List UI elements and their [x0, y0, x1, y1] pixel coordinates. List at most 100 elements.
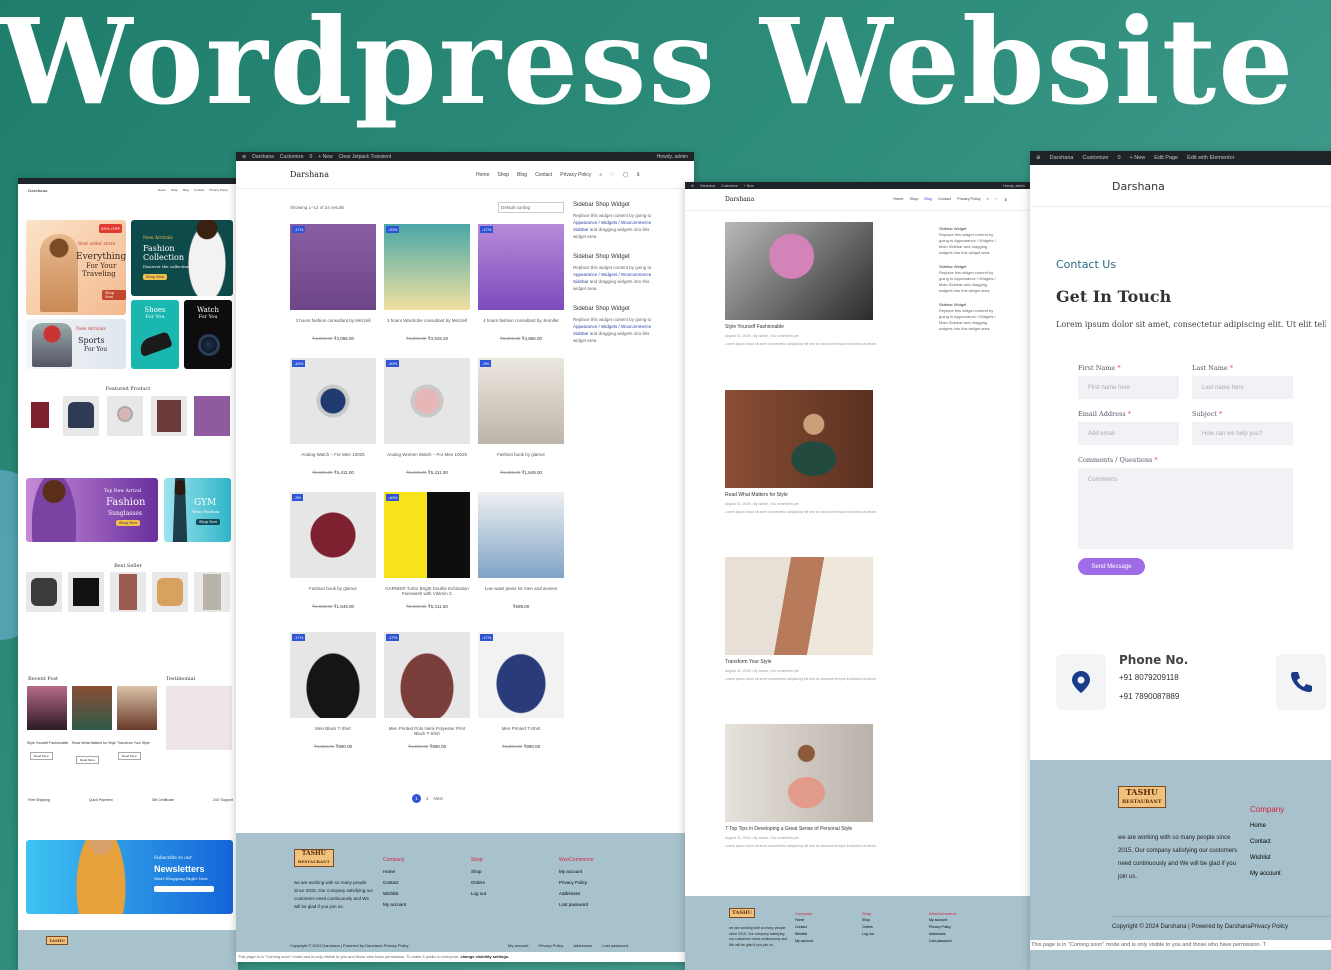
product-title[interactable]: Men Printed T-Shirt — [478, 726, 564, 731]
hero-shop-button[interactable]: Shop Now — [102, 290, 126, 300]
product-image[interactable]: -40% — [290, 358, 376, 444]
admin-comments-count[interactable]: 0 — [1117, 155, 1120, 161]
admin-customize-link[interactable]: Customize — [1082, 155, 1108, 161]
site-logo[interactable]: Darshana — [695, 196, 754, 203]
footer-link[interactable]: Privacy Policy — [559, 877, 594, 888]
footer-link[interactable]: Home — [383, 866, 406, 877]
footer-link[interactable]: My account — [929, 917, 957, 924]
nav-blog[interactable]: Blog — [517, 172, 527, 178]
nav-home[interactable]: Home — [476, 172, 489, 178]
nav-shop[interactable]: Shop — [909, 197, 918, 202]
hero-travel-banner[interactable]: 50% OFF Best seller store Everything For… — [26, 220, 126, 315]
phone-number-1[interactable]: +91 8079209118 — [1119, 673, 1179, 682]
nav-privacy[interactable]: Privacy Policy — [560, 172, 591, 178]
product-title[interactable]: GARNIER Turbo Bright Double Exfoliation … — [384, 586, 470, 596]
site-logo[interactable]: Darshana — [28, 188, 47, 193]
tile-sports[interactable]: New Arrivals Sports For You — [26, 319, 126, 369]
hero-right-button[interactable]: Shop Now — [143, 274, 168, 280]
footer-link[interactable]: Home — [795, 917, 813, 924]
post-image-4[interactable] — [725, 724, 873, 822]
footer-link[interactable]: My account — [795, 938, 813, 945]
product-image[interactable] — [478, 492, 564, 578]
search-icon[interactable]: ⌕ — [987, 197, 989, 202]
nav-privacy[interactable]: Privacy Policy — [209, 188, 228, 192]
admin-comments-count[interactable]: 0 — [310, 154, 313, 160]
banner-gym[interactable]: GYM Wear Fashion Shop Now — [164, 478, 231, 542]
post-image-1[interactable] — [725, 222, 873, 320]
next-page-button[interactable]: Next — [434, 796, 443, 801]
footer-link[interactable]: My account — [383, 899, 406, 910]
tile-watch[interactable]: Watch For You — [184, 300, 232, 369]
nav-contact[interactable]: Contact — [194, 188, 204, 192]
product-title[interactable]: Analog Women Watch – For Men 10025 — [384, 452, 470, 457]
product-title[interactable]: Men Black T-Shirt — [290, 726, 376, 731]
footer-bottom-link[interactable]: Addresses — [573, 943, 592, 948]
admin-new-link[interactable]: + New — [318, 154, 332, 160]
footer-link[interactable]: Wishlist — [1250, 850, 1284, 866]
admin-edit-page-link[interactable]: Edit Page — [1154, 155, 1178, 161]
wishlist-icon[interactable]: ♡ — [995, 197, 998, 202]
search-icon[interactable]: ⌕ — [599, 172, 602, 178]
email-input[interactable]: Add email — [1078, 422, 1179, 445]
footer-link[interactable]: Orders — [471, 877, 486, 888]
featured-product-watch[interactable] — [107, 396, 143, 436]
account-icon[interactable]: ◯ — [623, 172, 629, 178]
banner-sunglasses[interactable]: Top New Arrival Fashion Sunglasses Shop … — [26, 478, 158, 542]
banner-sunglasses-button[interactable]: Shop Now — [116, 520, 141, 526]
footer-bottom-link[interactable]: Privacy Policy — [538, 943, 563, 948]
best-seller-dress[interactable] — [110, 572, 146, 612]
footer-link[interactable]: Wishlist — [383, 888, 406, 899]
footer-link[interactable]: Log out — [862, 931, 874, 938]
featured-product-consultation[interactable] — [194, 396, 230, 436]
footer-link[interactable]: Lost password — [559, 899, 594, 910]
footer-link[interactable]: Addresses — [929, 931, 957, 938]
recent-post-read-more-2[interactable]: Read More — [76, 756, 99, 764]
page-1-button[interactable]: 1 — [412, 794, 421, 803]
recent-post-title-1[interactable]: Style Yourself Fashionable — [27, 741, 68, 745]
product-image[interactable]: -17% — [290, 632, 376, 718]
phone-number-2[interactable]: +91 7890087889 — [1119, 692, 1179, 701]
nav-blog[interactable]: Blog — [924, 197, 932, 202]
nav-shop[interactable]: Shop — [497, 172, 509, 178]
footer-link[interactable]: Shop — [471, 866, 486, 877]
cart-icon[interactable]: ⊻ — [1004, 197, 1007, 202]
product-image[interactable]: -17% — [384, 632, 470, 718]
product-image[interactable]: -17% — [290, 224, 376, 310]
nav-home[interactable]: Home — [158, 188, 166, 192]
admin-site-link[interactable]: Darshana — [252, 154, 274, 160]
best-seller-hoodie[interactable] — [152, 572, 188, 612]
post-title-1[interactable]: Style Yourself Fashionable — [725, 324, 784, 330]
newsletter-email-input[interactable] — [154, 886, 214, 892]
product-image[interactable]: -3% — [290, 492, 376, 578]
footer-link[interactable]: Contact — [795, 924, 813, 931]
admin-site-link[interactable]: Darshana — [1050, 155, 1074, 161]
footer-link[interactable]: Shop — [862, 917, 874, 924]
product-image[interactable]: -40% — [384, 358, 470, 444]
featured-product-shirt[interactable] — [151, 396, 187, 436]
subject-input[interactable]: How can we help you? — [1192, 422, 1293, 445]
product-title[interactable]: Analog Watch – For Men 10025 — [290, 452, 376, 457]
product-image[interactable]: -17% — [478, 224, 564, 310]
first-name-input[interactable]: First name here — [1078, 376, 1179, 399]
footer-link[interactable]: Addresses — [559, 888, 594, 899]
admin-howdy[interactable]: Howdy, admin — [1003, 184, 1025, 188]
footer-link[interactable]: Privacy Policy — [929, 924, 957, 931]
product-title[interactable]: Fashion book by glamor — [290, 586, 376, 591]
wp-logo-icon[interactable]: ⊕ — [242, 154, 246, 160]
product-image[interactable]: -3% — [478, 358, 564, 444]
product-image[interactable]: -40% — [384, 492, 470, 578]
post-image-2[interactable] — [725, 390, 873, 488]
featured-product-book[interactable] — [22, 396, 58, 436]
admin-customize-link[interactable]: Customize — [280, 154, 304, 160]
footer-link[interactable]: Orders — [862, 924, 874, 931]
footer-link[interactable]: Home — [1250, 818, 1284, 834]
nav-privacy[interactable]: Privacy Policy — [957, 197, 981, 202]
site-logo[interactable]: Darshana — [246, 170, 329, 179]
nav-blog[interactable]: Blog — [183, 188, 189, 192]
product-title[interactable]: Men Printed Polo Neck Polyester Print Bl… — [384, 726, 470, 736]
admin-customize-link[interactable]: Customize — [721, 184, 738, 188]
footer-bottom-link[interactable]: My account — [508, 943, 528, 948]
post-title-4[interactable]: 7 Top Tips in Developing a Great Sense o… — [725, 826, 852, 832]
last-name-input[interactable]: Last name here — [1192, 376, 1293, 399]
recent-post-title-2[interactable]: Read What Matters for Style — [72, 741, 116, 745]
